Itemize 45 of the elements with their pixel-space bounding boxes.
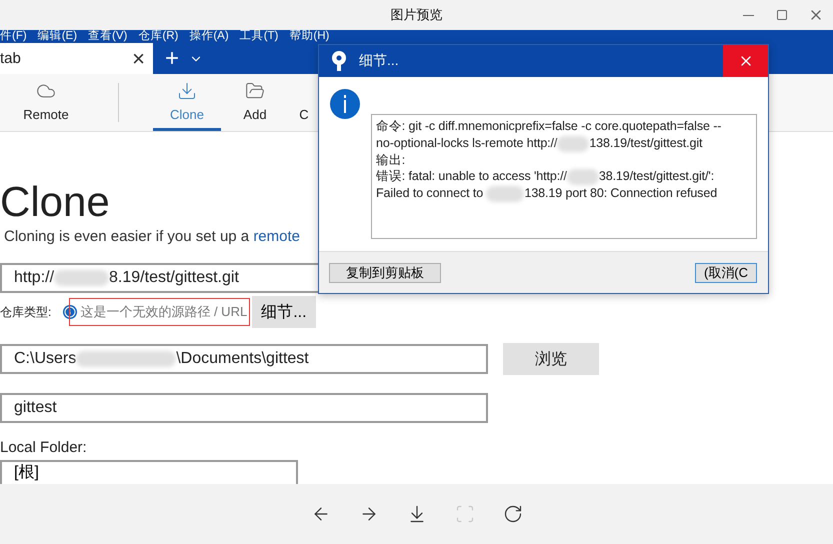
local-folder-label: Local Folder: [0,439,88,456]
redaction-blur [486,186,524,202]
menu-item[interactable]: 帮助(H) [289,30,330,44]
details-line: Failed to connect to 138.19 port 80: Connection refused [376,185,718,202]
app-logo-icon [329,50,349,72]
crop-icon [454,504,474,524]
details-line: 命令: git -c diff.mnemonicprefix=false -c core.quotepath=false -- [376,118,722,135]
maximize-icon [776,9,788,21]
path-field[interactable]: C:\Users \Documents\gittest [0,344,488,374]
remote-link[interactable]: remote [253,228,300,246]
details-line: 输出: [376,152,406,168]
page-heading: Clone [0,177,110,228]
tab-label: tab [0,50,21,68]
folder-icon [245,80,265,101]
info-icon [330,89,360,119]
rotate-icon [502,504,522,524]
menu-item[interactable]: 件(F) [0,30,27,44]
details-line: no-optional-locks ls-remote http:// 138.19/test/gittest.git [376,134,704,152]
new-tab-button[interactable]: + [159,46,185,71]
redaction-blur [54,270,110,286]
toolbar-button[interactable]: Add [221,74,289,132]
local-folder-dropdown[interactable]: [根] [0,460,298,484]
redaction-blur [557,136,590,152]
menu-item[interactable]: 操作(A) [189,30,229,44]
subtitle: Cloning is even easier if you set up a remote [4,228,300,246]
tab-close-button[interactable]: × [128,48,149,70]
cancel-button[interactable]: (取消(C [694,262,757,282]
download-icon [177,80,197,101]
details-button[interactable]: 细节... [252,296,316,328]
window-title: 图片预览 [390,6,442,24]
minimize-icon [742,14,754,16]
redaction-blur [566,169,599,186]
details-text-box[interactable] [371,114,757,239]
menu-item[interactable]: 工具(T) [240,30,278,44]
toolbar-button[interactable]: Clone [153,74,221,132]
dialog-title: 细节... [359,52,400,70]
details-line: 错误: fatal: unable to access 'http:// 38.19/test/gittest.git/': [376,168,716,186]
browse-button[interactable]: 浏览 [503,343,599,376]
copy-button[interactable]: 复制到剪贴板 [329,262,441,282]
name-field[interactable]: gittest [0,393,488,424]
tab[interactable]: tab × [0,43,153,74]
toolbar-button[interactable]: C [289,74,319,132]
error-message: 这是一个无效的源路径 / URL [69,298,250,326]
repo-type-label: 仓库类型: [0,304,52,321]
toolbar-button[interactable]: Remote [0,74,92,132]
